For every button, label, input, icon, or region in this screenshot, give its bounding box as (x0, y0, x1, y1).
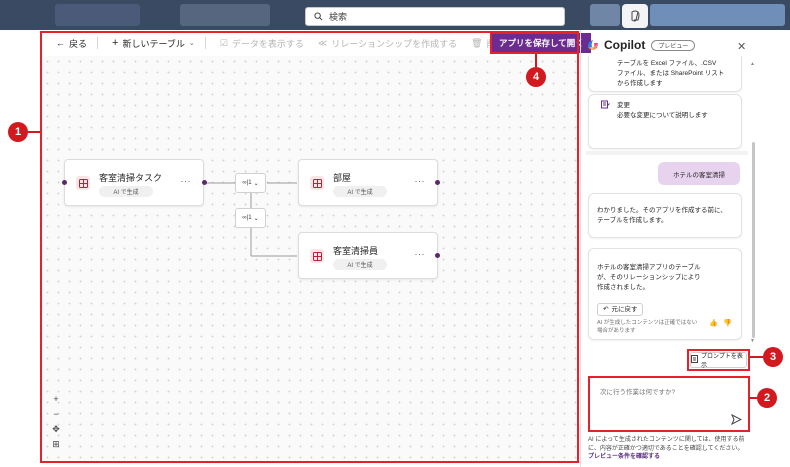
callout-leaders (28, 32, 763, 399)
